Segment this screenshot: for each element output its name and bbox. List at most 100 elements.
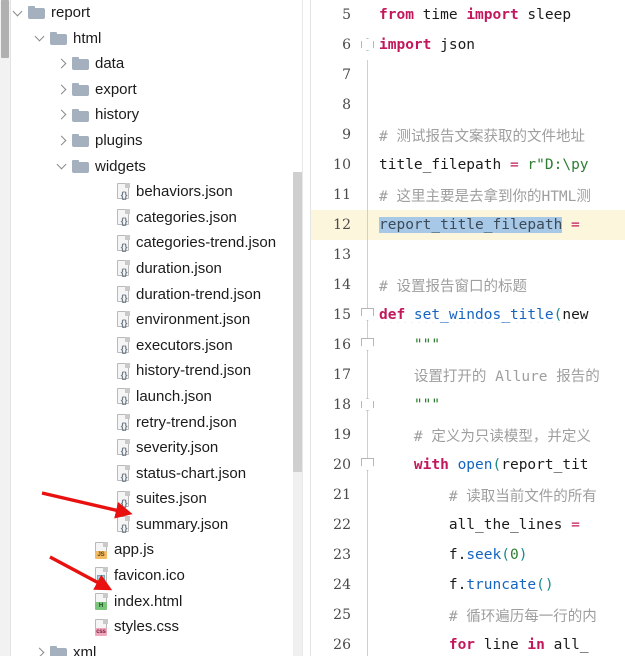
tree-row[interactable]: {} environment.json — [11, 307, 301, 333]
fold-gutter[interactable] — [357, 30, 379, 60]
tree-row[interactable]: {} severity.json — [11, 435, 301, 461]
tree-row[interactable]: {} launch.json — [11, 384, 301, 410]
code-line[interactable]: 18 """ — [311, 390, 625, 420]
fold-guide-line — [367, 360, 368, 390]
tree-row[interactable]: {} suites.json — [11, 486, 301, 512]
tree-row[interactable]: Hindex.html — [11, 589, 301, 615]
code-line[interactable]: 13 — [311, 240, 625, 270]
fold-gutter[interactable] — [357, 270, 379, 300]
fold-gutter[interactable] — [357, 600, 379, 630]
line-number: 11 — [333, 187, 351, 203]
chevron-right-icon[interactable] — [55, 134, 69, 148]
fold-toggle-icon[interactable] — [361, 38, 374, 51]
code-line[interactable]: 25 # 循环遍历每一行的内 — [311, 600, 625, 630]
code-line[interactable]: 10 title_filepath = r"D:\py — [311, 150, 625, 180]
code-line[interactable]: 11 # 这里主要是去拿到你的HTML测 — [311, 180, 625, 210]
fold-gutter[interactable] — [357, 360, 379, 390]
fold-gutter[interactable] — [357, 330, 379, 360]
tree-row[interactable]: {} behaviors.json — [11, 179, 301, 205]
tree-item-label: severity.json — [136, 439, 219, 457]
fold-toggle-icon[interactable] — [361, 398, 374, 411]
code-line[interactable]: 21 # 读取当前文件的所有 — [311, 480, 625, 510]
tree-row[interactable]: {} retry-trend.json — [11, 410, 301, 436]
tree-left-scrollbar-thumb[interactable] — [1, 0, 9, 58]
tree-row[interactable]: favicon.ico — [11, 563, 301, 589]
json-file-icon: {} — [116, 516, 131, 533]
chevron-right-icon[interactable] — [33, 646, 47, 656]
code-line[interactable]: 9 # 测试报告文案获取的文件地址 — [311, 120, 625, 150]
fold-gutter[interactable] — [357, 540, 379, 570]
fold-gutter[interactable] — [357, 300, 379, 330]
code-line[interactable]: 8 — [311, 90, 625, 120]
code-line[interactable]: 16 """ — [311, 330, 625, 360]
code-line[interactable]: 24 f.truncate() — [311, 570, 625, 600]
tree-row[interactable]: widgets — [11, 154, 301, 180]
code-editor-panel[interactable]: 5 from time import sleep 6 import json 7 8 9 # … — [310, 0, 625, 656]
fold-toggle-icon[interactable] — [361, 338, 374, 351]
chevron-right-icon[interactable] — [55, 108, 69, 122]
tree-row[interactable]: history — [11, 102, 301, 128]
fold-gutter[interactable] — [357, 630, 379, 656]
tree-row[interactable]: {} executors.json — [11, 333, 301, 359]
tree-row[interactable]: {} history-trend.json — [11, 358, 301, 384]
chevron-down-icon[interactable] — [11, 6, 25, 20]
fold-toggle-icon[interactable] — [361, 308, 374, 321]
tree-row[interactable]: data — [11, 51, 301, 77]
fold-gutter[interactable] — [357, 450, 379, 480]
tree-row[interactable]: {} status-chart.json — [11, 461, 301, 487]
line-number: 25 — [333, 607, 351, 623]
fold-gutter[interactable] — [357, 480, 379, 510]
code-line[interactable]: 15 def set_windos_title(new — [311, 300, 625, 330]
line-number: 12 — [333, 217, 351, 233]
code-token: all_ — [553, 637, 589, 653]
code-token: # 读取当前文件的所有 — [379, 488, 597, 505]
code-line[interactable]: 17 设置打开的 Allure 报告的 — [311, 360, 625, 390]
tree-row[interactable]: {} categories-trend.json — [11, 230, 301, 256]
tree-row[interactable]: css styles.css — [11, 614, 301, 640]
fold-gutter[interactable] — [357, 150, 379, 180]
chevron-right-icon[interactable] — [55, 57, 69, 71]
tree-row[interactable]: JS app.js — [11, 537, 301, 563]
fold-gutter[interactable] — [357, 210, 379, 240]
code-line[interactable]: 12 report_title_filepath = — [311, 210, 625, 240]
tree-row[interactable]: plugins — [11, 128, 301, 154]
fold-gutter[interactable] — [357, 420, 379, 450]
tree-row[interactable]: html — [11, 26, 301, 52]
code-line[interactable]: 20 with open(report_tit — [311, 450, 625, 480]
code-line[interactable]: 14 # 设置报告窗口的标题 — [311, 270, 625, 300]
tree-row[interactable]: {} duration-trend.json — [11, 282, 301, 308]
chevron-down-icon[interactable] — [55, 159, 69, 173]
tree-row[interactable]: {} duration.json — [11, 256, 301, 282]
json-badge: {} — [120, 318, 128, 329]
fold-gutter[interactable] — [357, 510, 379, 540]
file-corner-fold — [103, 618, 108, 624]
fold-gutter[interactable] — [357, 390, 379, 420]
fold-gutter[interactable] — [357, 570, 379, 600]
tree-left-scrollbar-track[interactable] — [0, 0, 11, 656]
tree-row[interactable]: xml — [11, 640, 301, 656]
code-line[interactable]: 7 — [311, 60, 625, 90]
fold-gutter[interactable] — [357, 240, 379, 270]
fold-gutter[interactable] — [357, 180, 379, 210]
chevron-down-icon[interactable] — [33, 31, 47, 45]
file-corner-fold — [125, 413, 130, 419]
tree-row[interactable]: report — [11, 0, 301, 26]
fold-gutter[interactable] — [357, 0, 379, 30]
fold-toggle-icon[interactable] — [361, 458, 374, 471]
fold-gutter[interactable] — [357, 60, 379, 90]
tree-vertical-scrollbar-thumb[interactable] — [293, 172, 302, 472]
code-line[interactable]: 19 # 定义为只读模型，并定义 — [311, 420, 625, 450]
tree-row[interactable]: export — [11, 77, 301, 103]
chevron-right-icon[interactable] — [55, 83, 69, 97]
code-token: import — [466, 7, 528, 23]
code-line[interactable]: 26 for line in all_ — [311, 630, 625, 656]
tree-row[interactable]: {} summary.json — [11, 512, 301, 538]
tree-row[interactable]: {} categories.json — [11, 205, 301, 231]
code-line[interactable]: 23 f.seek(0) — [311, 540, 625, 570]
code-line[interactable]: 22 all_the_lines = — [311, 510, 625, 540]
fold-gutter[interactable] — [357, 120, 379, 150]
code-line[interactable]: 5 from time import sleep — [311, 0, 625, 30]
fold-gutter[interactable] — [357, 90, 379, 120]
code-line[interactable]: 6 import json — [311, 30, 625, 60]
